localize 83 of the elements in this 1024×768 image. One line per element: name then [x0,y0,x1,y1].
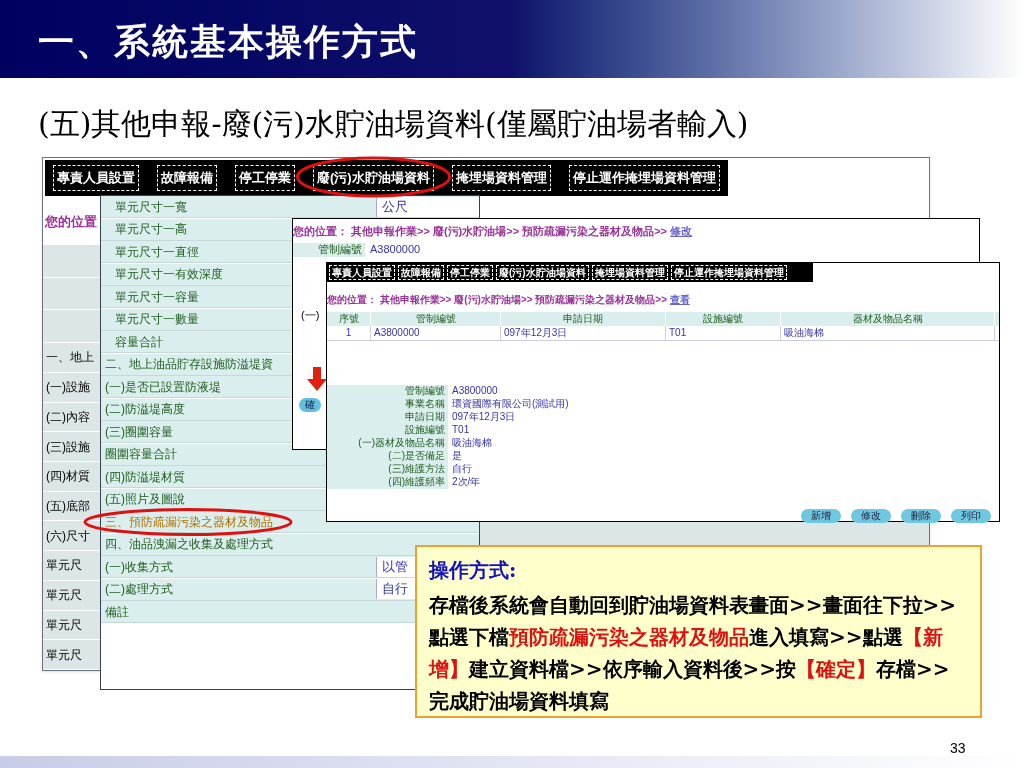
menu-tab[interactable]: 專責人員設置 [53,165,139,191]
list-item[interactable]: (五)照片及圖說 [105,492,185,506]
table-cell: 097年12月3日 [501,326,666,340]
field-value: 2次/年 [448,476,999,489]
column-header: 設施編號 [666,312,781,326]
row-label: (六)尺寸 [46,527,90,545]
row-label: 單元尺 [46,557,82,575]
list-item[interactable]: (二)防溢堤高度 [105,402,185,416]
list-item[interactable]: 單元尺寸一寬 [115,199,187,214]
field-value: 是 [448,450,999,463]
list-item[interactable]: 單元尺寸一容量 [115,289,199,304]
menu-tab[interactable]: 停工停業 [447,265,493,280]
table-cell: T01 [666,326,781,340]
field-label: 申請日期 [404,411,446,424]
field-value: 環資國際有限公司(測試用) [448,398,999,411]
action-button[interactable]: 刪除 [901,509,941,523]
down-arrow-icon [307,367,327,391]
column-header: 序號 [327,312,371,326]
field-value: 吸油海棉 [448,437,999,450]
field-value: 自行 [448,463,999,476]
action-button[interactable]: 列印 [951,509,991,523]
field-label: 事業名稱 [404,398,446,411]
field-value: A3800000 [448,385,999,398]
row-label: 單元尺 [46,646,82,664]
breadcrumb: 您的位置： 其他申報作業>> 廢(污)水貯油場>> 預防疏漏污染之器材及物品>> [293,224,669,239]
menu-tab[interactable]: 停止運作掩埋場資料管理 [568,165,720,191]
table-cell: 1 [327,326,371,340]
list-item[interactable]: 單元尺寸一直徑 [115,244,199,259]
menu-tab[interactable]: 故障報備 [157,165,217,191]
row-label: 一、地上 [46,349,94,367]
value-cell: 公尺 [376,196,479,217]
breadcrumb-link[interactable]: 修改 [670,223,693,240]
confirm-button[interactable]: 確 [299,398,321,412]
column-header: 申請日期 [501,312,666,326]
menu-tab[interactable]: 專責人員設置 [329,265,395,280]
menu-tab[interactable]: 故障報備 [398,265,444,280]
row-label: (三)設施 [46,438,90,456]
slide-title: 一、系統基本操作方式 [38,20,418,62]
list-item[interactable]: (四)防溢堤材質 [105,469,185,484]
field-label: (三)維護方法 [387,463,446,476]
field-value: A3800000 [365,241,979,258]
row-label: (五)底部 [46,498,90,515]
list-item[interactable]: 單元尺寸一有效深度 [115,267,223,281]
row-label: (一)設施 [46,379,90,397]
action-button[interactable]: 新增 [801,509,841,523]
field-label: 管制編號 [404,385,446,398]
row-label: (四)材質 [46,468,90,486]
field-label: 設施編號 [404,424,446,437]
field-value: 097年12月3日 [448,411,999,424]
breadcrumb: 您的位置 [45,212,97,231]
list-item[interactable]: 圈圍容量合計 [105,447,177,461]
menu-tab[interactable]: 廢(污)水貯油場資料 [313,165,434,191]
list-item[interactable]: (三)圈圍容量 [105,424,173,439]
list-item[interactable]: (一)收集方式 [105,559,173,574]
menu-tab[interactable]: 廢(污)水貯油場資料 [496,265,589,280]
row-label: 單元尺 [46,616,82,634]
field-label: (四)維護頻率 [387,476,446,489]
field-label: (一)器材及物品名稱 [357,437,446,450]
field-value: T01 [448,424,999,437]
action-button[interactable]: 修改 [851,509,891,523]
menu-tab[interactable]: 停止運作掩埋場資料管理 [670,265,787,280]
column-header: 器材及物品名稱 [781,312,995,326]
list-item[interactable]: 容量合計 [115,334,163,349]
menu-tab[interactable]: 掩埋場資料管理 [451,165,551,191]
row-label: 單元尺 [46,587,82,605]
field-label: 管制編號 [317,242,363,258]
column-header: 管制編號 [371,312,501,326]
list-item[interactable]: 單元尺寸一數量 [115,312,199,326]
row-label: (二)內容 [46,408,90,426]
slide-subtitle: (五)其他申報-廢(污)水貯油場資料(僅屬貯油場者輸入) [38,105,749,143]
menu-tab[interactable]: 停工停業 [235,165,295,191]
list-item[interactable]: (二)處理方式 [105,582,173,596]
table-cell: A3800000 [371,326,501,340]
page-number: 33 [950,739,966,758]
field-label: (二)是否備足 [387,450,446,463]
breadcrumb: 您的位置： 其他申報作業>> 廢(污)水貯油場>> 預防疏漏污染之器材及物品>> [327,292,669,307]
table-cell: 吸油海棉 [781,326,995,340]
list-item[interactable]: 備註 [105,604,129,619]
list-item[interactable]: 單元尺寸一高 [115,222,187,236]
menu-tab[interactable]: 掩埋場資料管理 [591,265,668,280]
breadcrumb-link[interactable]: 查看 [669,291,690,307]
row-label: (一) [301,307,320,323]
list-item[interactable]: (一)是否已設置防液堤 [105,379,221,394]
